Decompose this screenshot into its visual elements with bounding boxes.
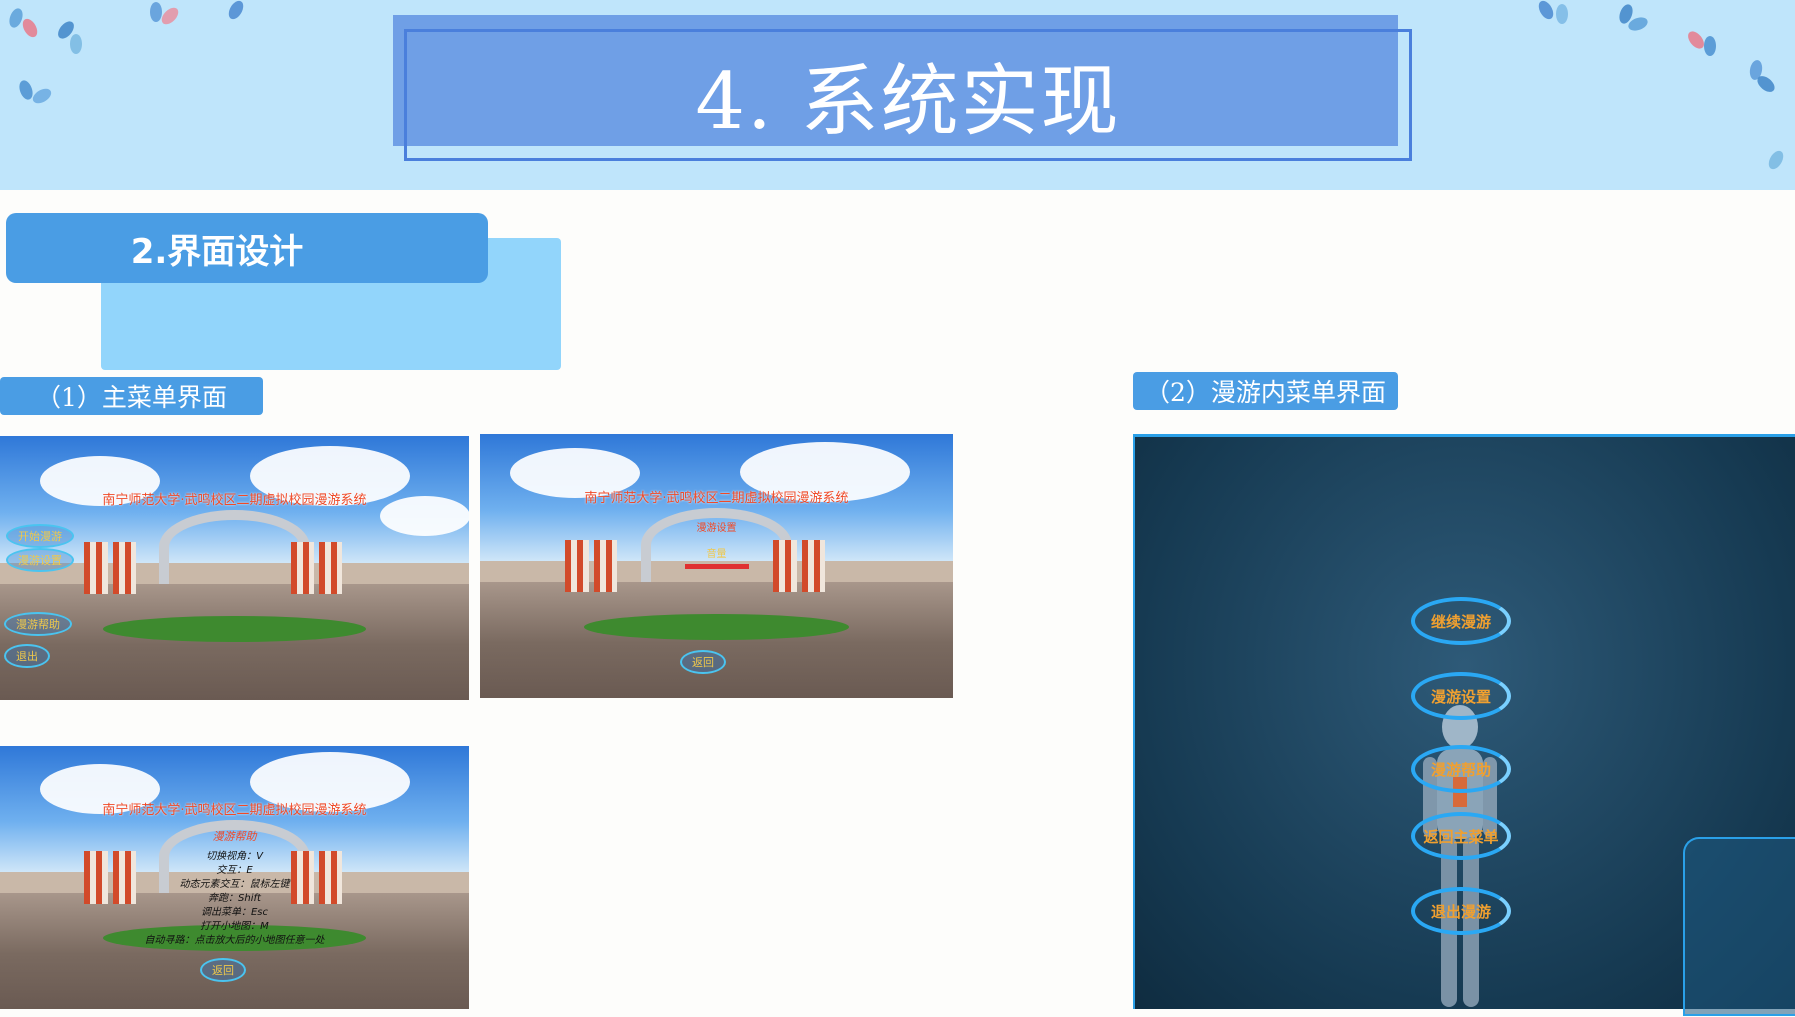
main-menu-screenshot-3: 南宁师范大学·武鸣校区二期虚拟校园漫游系统 漫游帮助 切换视角：V 交互：E 动… bbox=[0, 746, 469, 1009]
roam-help-button: 漫游帮助 bbox=[1411, 745, 1511, 793]
help-line: 交互：E bbox=[216, 865, 253, 876]
help-line: 切换视角：V bbox=[206, 851, 263, 862]
back-button: 返回 bbox=[200, 958, 246, 982]
back-button: 返回 bbox=[680, 650, 726, 674]
flower-decoration-icon bbox=[6, 6, 41, 40]
start-roam-button: 开始漫游 bbox=[6, 524, 74, 548]
roam-settings-button: 漫游设置 bbox=[6, 548, 74, 572]
help-line: 调出菜单：Esc bbox=[200, 907, 269, 918]
roam-help-button: 漫游帮助 bbox=[4, 612, 72, 636]
flower-decoration-icon bbox=[150, 2, 182, 28]
game-title: 南宁师范大学·武鸣校区二期虚拟校园漫游系统 bbox=[584, 490, 849, 506]
flower-decoration-icon bbox=[225, 0, 252, 22]
volume-slider bbox=[685, 564, 749, 569]
flower-decoration-icon bbox=[16, 78, 54, 107]
help-heading: 漫游帮助 bbox=[212, 830, 257, 843]
flower-decoration-icon bbox=[1748, 59, 1778, 96]
minimap-panel bbox=[1683, 837, 1795, 1016]
game-title: 南宁师范大学·武鸣校区二期虚拟校园漫游系统 bbox=[102, 802, 367, 818]
game-title: 南宁师范大学·武鸣校区二期虚拟校园漫游系统 bbox=[102, 492, 367, 508]
caption-main-menu: （1）主菜单界面 bbox=[0, 377, 263, 415]
slide-title: 4. 系统实现 bbox=[695, 57, 1121, 147]
flower-decoration-icon bbox=[54, 18, 82, 54]
flower-decoration-icon bbox=[1684, 28, 1716, 56]
flower-decoration-icon bbox=[1616, 2, 1650, 34]
section-label: 2.界面设计 bbox=[6, 213, 488, 283]
roam-settings-button: 漫游设置 bbox=[1411, 672, 1511, 720]
quit-button: 退出 bbox=[4, 644, 50, 668]
settings-heading: 漫游设置 bbox=[696, 523, 737, 534]
flower-decoration-icon bbox=[1765, 148, 1792, 172]
volume-label: 音量 bbox=[706, 549, 727, 560]
flower-decoration-icon bbox=[1535, 0, 1568, 24]
help-line: 自动寻路：点击放大后的小地图任意一处 bbox=[144, 935, 325, 946]
help-line: 打开小地图：M bbox=[200, 921, 269, 932]
return-main-menu-button: 返回主菜单 bbox=[1411, 812, 1511, 860]
help-line: 奔跑：Shift bbox=[208, 893, 261, 904]
caption-ingame-menu: （2）漫游内菜单界面 bbox=[1133, 372, 1398, 410]
help-line: 动态元素交互：鼠标左键 bbox=[179, 879, 290, 890]
ingame-menu-screenshot: 继续漫游 漫游设置 漫游帮助 返回主菜单 退出漫游 bbox=[1133, 434, 1795, 1016]
exit-roam-button: 退出漫游 bbox=[1411, 887, 1511, 935]
main-menu-screenshot-1: 南宁师范大学·武鸣校区二期虚拟校园漫游系统 开始漫游 漫游设置 漫游帮助 退出 bbox=[0, 436, 469, 700]
continue-roam-button: 继续漫游 bbox=[1411, 597, 1511, 645]
main-menu-screenshot-2: 南宁师范大学·武鸣校区二期虚拟校园漫游系统 漫游设置 音量 返回 bbox=[480, 434, 953, 698]
